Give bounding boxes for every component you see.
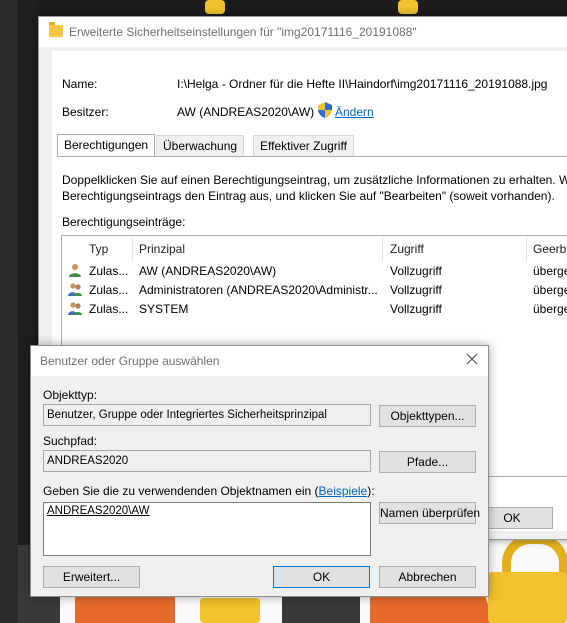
tab-effective-access[interactable]: Effektiver Zugriff: [253, 135, 354, 156]
user-icon: [69, 264, 81, 277]
group-icon: [68, 283, 82, 296]
column-separator: [526, 236, 527, 262]
dialog-titlebar: Benutzer oder Gruppe auswählen: [31, 346, 488, 376]
lock-image-thumbnail-top-left: [205, 0, 225, 14]
check-names-button[interactable]: Namen überprüfen: [379, 502, 480, 524]
tab-divider: [57, 156, 567, 157]
row-type[interactable]: Zulas...: [89, 302, 128, 316]
row-access[interactable]: Vollzugriff: [390, 264, 442, 278]
row-principal[interactable]: SYSTEM: [139, 302, 188, 316]
entries-label: Berechtigungseinträge:: [62, 215, 186, 229]
column-separator: [382, 236, 383, 262]
lock-image-thumbnail-top-right: [398, 0, 418, 14]
cancel-button[interactable]: Abbrechen: [379, 566, 476, 588]
object-names-value: ANDREAS2020\AW: [47, 505, 150, 517]
object-type-field: Benutzer, Gruppe oder Integriertes Siche…: [43, 404, 371, 426]
enter-names-label: Geben Sie die zu verwendenden Objektname…: [43, 484, 375, 498]
owner-label: Besitzer:: [62, 105, 109, 119]
search-path-label: Suchpfad:: [43, 434, 98, 448]
explorer-top-strip: [38, 0, 567, 16]
enter-names-label-text: Geben Sie die zu verwendenden Objektname…: [43, 484, 319, 498]
main-titlebar: Erweiterte Sicherheitseinstellungen für …: [39, 17, 567, 47]
dialog-title: Benutzer oder Gruppe auswählen: [40, 354, 220, 368]
column-header-access[interactable]: Zugriff: [390, 242, 424, 256]
row-inherited[interactable]: überge: [533, 302, 567, 316]
info-text-line-1: Doppelklicken Sie auf einen Berechtigung…: [62, 173, 567, 187]
select-user-dialog: Benutzer oder Gruppe auswählen Objekttyp…: [30, 345, 489, 597]
row-type[interactable]: Zulas...: [89, 283, 128, 297]
folder-icon: [49, 22, 63, 37]
tab-auditing[interactable]: Überwachung: [156, 135, 245, 156]
search-path-field: ANDREAS2020: [43, 450, 371, 472]
name-value: I:\Helga - Ordner für die Hefte II\Haind…: [177, 77, 548, 91]
lock-image-thumbnail-bottom-mid: [200, 598, 260, 623]
row-inherited[interactable]: überge: [533, 264, 567, 278]
object-type-label: Objekttyp:: [43, 388, 98, 402]
row-access[interactable]: Vollzugriff: [390, 302, 442, 316]
advanced-button[interactable]: Erweitert...: [43, 566, 140, 588]
row-type[interactable]: Zulas...: [89, 264, 128, 278]
close-icon[interactable]: [464, 351, 480, 367]
column-separator: [132, 236, 133, 262]
info-text-line-2: Berechtigungseintrags den Eintrag aus, u…: [62, 189, 555, 203]
thumbnail-orange-shape-left: [75, 596, 175, 623]
row-inherited[interactable]: überge: [533, 283, 567, 297]
group-icon: [68, 302, 82, 315]
object-types-button[interactable]: Objekttypen...: [379, 405, 476, 427]
column-header-type[interactable]: Typ: [89, 242, 108, 256]
column-header-inherited[interactable]: Geerbt: [533, 242, 567, 256]
row-access[interactable]: Vollzugriff: [390, 283, 442, 297]
dialog-ok-button[interactable]: OK: [273, 566, 370, 588]
desktop-background: [0, 0, 18, 623]
object-names-input[interactable]: ANDREAS2020\AW: [43, 502, 371, 556]
enter-names-label-suffix: ):: [367, 484, 375, 498]
paths-button[interactable]: Pfade...: [379, 451, 476, 473]
examples-link[interactable]: Beispiele: [319, 484, 368, 498]
name-label: Name:: [62, 77, 98, 91]
uac-shield-icon: [318, 102, 332, 118]
tab-permissions[interactable]: Berechtigungen: [57, 134, 156, 157]
lock-image-thumbnail-bottom-right: [488, 572, 567, 623]
owner-value: AW (ANDREAS2020\AW): [177, 105, 315, 119]
column-header-principal[interactable]: Prinzipal: [139, 242, 185, 256]
row-principal[interactable]: AW (ANDREAS2020\AW): [139, 264, 276, 278]
row-principal[interactable]: Administratoren (ANDREAS2020\Administr..…: [139, 283, 378, 297]
main-window-title: Erweiterte Sicherheitseinstellungen für …: [69, 25, 417, 39]
change-owner-link[interactable]: Ändern: [335, 105, 374, 119]
